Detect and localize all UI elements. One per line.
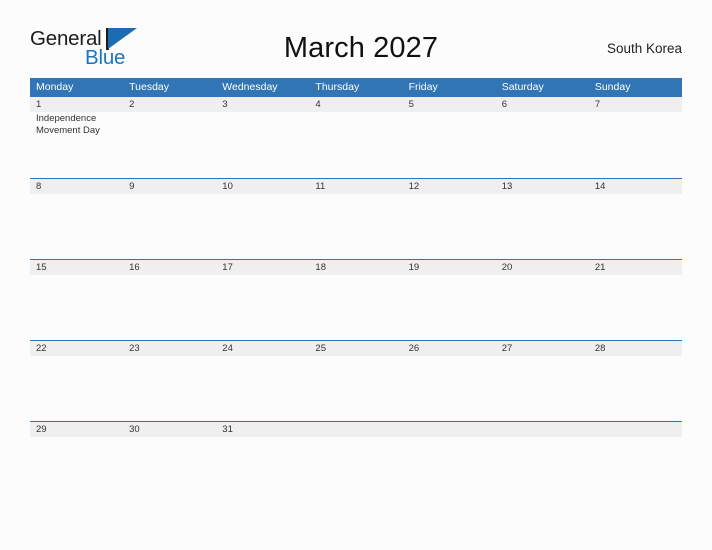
day-number: 31 [222,424,233,435]
calendar-grid: Monday Tuesday Wednesday Thursday Friday… [30,78,682,502]
calendar-day-cell[interactable]: 20 [496,260,589,340]
calendar-day-cell[interactable]: 25 [309,341,402,421]
calendar-day-cell[interactable]: 9 [123,179,216,259]
calendar-week-row: 22 23 24 25 26 27 28 [30,340,682,421]
week-cells: 22 23 24 25 26 27 28 [30,341,682,421]
weekday-header-monday: Monday [36,81,74,93]
calendar-day-cell[interactable]: 7 [589,97,682,178]
calendar-day-cell[interactable]: 12 [403,179,496,259]
day-number: 16 [129,262,140,273]
week-cells: 8 9 10 11 12 13 14 [30,179,682,259]
calendar-day-cell[interactable]: 31 [216,422,309,502]
weekday-header-sunday: Sunday [594,81,631,93]
day-number: 26 [408,343,420,354]
day-number: 14 [594,181,606,192]
calendar-day-cell-empty [403,422,496,502]
calendar-day-cell[interactable]: 11 [309,179,402,259]
generalblue-logo[interactable]: General Blue [30,25,180,71]
day-number: 23 [129,343,140,354]
calendar-day-cell[interactable]: 8 [30,179,123,259]
day-number: 21 [594,262,606,273]
day-number: 25 [315,343,326,354]
calendar-day-cell[interactable]: 5 [403,97,496,178]
calendar-day-cell[interactable]: 24 [216,341,309,421]
calendar-week-row: 15 16 17 18 19 20 21 [30,259,682,340]
day-number: 5 [408,99,414,110]
calendar-day-cell[interactable]: 19 [403,260,496,340]
day-number: 8 [36,181,42,192]
day-number: 17 [222,262,233,273]
day-number: 15 [36,262,47,273]
calendar-day-cell[interactable]: 27 [496,341,589,421]
page-title: March 2027 [283,31,439,64]
day-number: 1 [36,99,42,110]
week-cells: 29 30 31 [30,422,682,502]
calendar-day-cell[interactable]: 23 [123,341,216,421]
calendar-day-cell[interactable]: 30 [123,422,216,502]
day-number: 24 [222,343,233,354]
calendar-day-cell[interactable]: 6 [496,97,589,178]
calendar-weeks: 1 Independence Movement Day 2 3 4 5 6 7 8 9 10 11 12… [30,97,682,502]
day-number: 19 [408,262,420,273]
day-number: 29 [36,424,47,435]
calendar-week-row: 29 30 31 [30,421,682,502]
day-number: 4 [315,99,321,110]
week-cells: 1 Independence Movement Day 2 3 4 5 6 7 [30,97,682,178]
day-number: 2 [129,99,135,110]
day-number: 10 [222,181,233,192]
calendar-day-cell[interactable]: 16 [123,260,216,340]
day-number: 6 [501,99,507,110]
day-events: Independence Movement Day [36,113,119,136]
calendar-day-cell[interactable]: 17 [216,260,309,340]
week-cells: 15 16 17 18 19 20 21 [30,260,682,340]
calendar-day-cell-empty [589,422,682,502]
day-number: 22 [36,343,47,354]
weekday-header-wednesday: Wednesday [222,81,278,93]
page-header: General Blue March 2027 South Korea [30,22,682,74]
logo-text-blue: Blue [85,46,126,69]
day-number: 13 [501,181,513,192]
day-number: 30 [129,424,140,435]
day-number: 27 [501,343,513,354]
calendar-day-cell-empty [496,422,589,502]
day-number: 20 [501,262,513,273]
calendar-day-cell-empty [309,422,402,502]
calendar-day-cell[interactable]: 28 [589,341,682,421]
day-number: 28 [594,343,606,354]
day-number: 9 [129,181,135,192]
day-number: 7 [594,99,601,110]
calendar-day-cell[interactable]: 21 [589,260,682,340]
calendar-day-cell[interactable]: 1 Independence Movement Day [30,97,123,178]
calendar-day-cell[interactable]: 13 [496,179,589,259]
calendar-week-row: 8 9 10 11 12 13 14 [30,178,682,259]
day-number: 11 [315,181,326,192]
calendar-day-cell[interactable]: 29 [30,422,123,502]
weekday-header-thursday: Thursday [315,81,360,93]
weekday-header-tuesday: Tuesday [129,81,170,93]
weekday-header-row: Monday Tuesday Wednesday Thursday Friday… [30,78,682,97]
day-number: 12 [408,181,420,192]
weekday-header-friday: Friday [408,81,438,93]
day-number: 3 [222,99,228,110]
weekday-header-saturday: Saturday [501,81,544,93]
calendar-day-cell[interactable]: 3 [216,97,309,178]
calendar-day-cell[interactable]: 15 [30,260,123,340]
calendar-day-cell[interactable]: 10 [216,179,309,259]
calendar-page: General Blue March 2027 South Korea Mond… [0,0,712,550]
holiday-event-label: Independence Movement Day [36,113,100,136]
calendar-day-cell[interactable]: 14 [589,179,682,259]
day-number: 18 [315,262,326,273]
calendar-day-cell[interactable]: 22 [30,341,123,421]
calendar-week-row: 1 Independence Movement Day 2 3 4 5 6 7 [30,97,682,178]
calendar-day-cell[interactable]: 2 [123,97,216,178]
country-label: South Korea [606,40,682,56]
calendar-day-cell[interactable]: 4 [309,97,402,178]
calendar-day-cell[interactable]: 26 [403,341,496,421]
calendar-day-cell[interactable]: 18 [309,260,402,340]
